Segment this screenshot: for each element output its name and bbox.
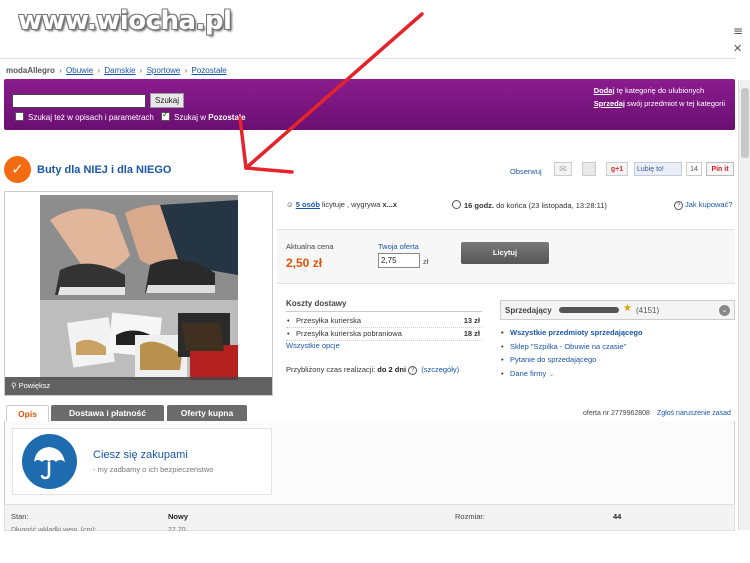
breadcrumb-damskie[interactable]: Damskie — [104, 66, 135, 75]
sell-link[interactable]: Sprzedaj — [594, 99, 625, 108]
report-violation-link[interactable]: Zgłoś naruszenie zasad — [657, 410, 731, 417]
search-descriptions-checkbox[interactable] — [15, 112, 24, 121]
search-descriptions-label: Szukaj też w opisach i parametrach — [28, 113, 154, 122]
how-to-buy-link[interactable]: ? Jak kupować? — [674, 200, 733, 210]
all-shipping-options-link[interactable]: Wszystkie opcje — [286, 341, 340, 350]
offer-currency: zł — [423, 257, 429, 266]
help-icon: ? — [674, 201, 683, 210]
breadcrumb: modaAllegro › Obuwie › Damskie › Sportow… — [6, 66, 227, 75]
seller-shop-link[interactable]: Sklep "Szpilka - Obuwie na czasie" — [500, 340, 735, 354]
param-value: 44 — [613, 512, 622, 521]
time-remaining: 16 godz. do końca (23 listopada, 13:28:1… — [452, 200, 607, 210]
your-offer-label[interactable]: Twoja oferta — [378, 242, 419, 251]
search-category-checkbox[interactable] — [161, 110, 170, 121]
mail-icon[interactable]: ✉ — [554, 162, 572, 176]
seller-rating[interactable]: (4151) — [636, 306, 659, 315]
seller-label: Sprzedający — [505, 306, 552, 315]
bid-button[interactable]: Licytuj — [461, 242, 549, 264]
param-value: Nowy — [168, 512, 189, 521]
tab-purchase-offers[interactable]: Oferty kupna — [167, 405, 247, 422]
shipping-row: Przesyłka kurierska13 zł — [286, 315, 482, 328]
shipping-title: Koszty dostawy — [286, 299, 347, 308]
breadcrumb-home[interactable]: modaAllegro — [6, 66, 55, 75]
ask-seller-link[interactable]: Pytanie do sprzedającego — [500, 353, 735, 367]
banner-actions: Dodaj tę kategorię do ulubionych Sprzeda… — [593, 86, 725, 108]
search-banner: Szukaj Szukaj też w opisach i parametrac… — [4, 79, 735, 130]
watermark: www.wiocha.pl — [18, 6, 232, 36]
description-panel: Ciesz się zakupami - my zadbamy o ich be… — [4, 421, 735, 505]
param-label: Rozmiar: — [455, 512, 486, 521]
observe-link[interactable]: Obserwuj — [510, 165, 542, 179]
breadcrumb-sportowe[interactable]: Sportowe — [147, 66, 181, 75]
facebook-like-count: 14 — [686, 162, 702, 176]
search-input[interactable] — [12, 94, 146, 108]
seller-links: Wszystkie przedmioty sprzedającego Sklep… — [500, 326, 735, 380]
zoom-button[interactable]: ⚲ Powiększ — [5, 377, 272, 395]
tab-description[interactable]: Opis — [6, 405, 49, 422]
chevron-down-icon: ⌄ — [548, 368, 555, 378]
gplus-button[interactable]: g+1 — [606, 162, 628, 176]
clock-icon — [452, 200, 461, 209]
company-data-link[interactable]: Dane firmy ⌄ — [500, 367, 735, 381]
seller-header[interactable]: Sprzedający ★ (4151) ⌄ — [500, 300, 735, 320]
shipping-row: Przesyłka kurierska pobraniowa18 zł — [286, 328, 482, 341]
photo-gallery[interactable]: ⚲ Powiększ — [4, 191, 273, 396]
param-label: Stan: — [11, 512, 29, 521]
item-title: Buty dla NIEJ i dla NIEGO — [37, 164, 172, 176]
menu-icon[interactable]: ≡ — [733, 24, 743, 38]
offer-number: oferta nr 2779962808 — [583, 410, 650, 417]
promo-subtitle: - my zadbamy o ich bezpieczeństwo — [93, 465, 214, 474]
search-category-label: Szukaj w Pozostałe — [174, 113, 246, 122]
tab-delivery-payment[interactable]: Dostawa i płatność — [51, 405, 164, 422]
bidders-icon: ☺ — [286, 200, 296, 209]
info-icon: ? — [408, 366, 418, 375]
current-price: 2,50 zł — [286, 256, 323, 270]
add-favorite-link[interactable]: Dodaj — [594, 86, 615, 95]
realization-time: Przybliżony czas realizacji: do 2 dni ? … — [286, 365, 460, 375]
promo-title: Ciesz się zakupami — [93, 449, 188, 461]
item-parameters: Stan: Nowy Rozmiar: 44 Długość wkładki w… — [4, 504, 735, 534]
search-button[interactable]: Szukaj — [150, 93, 185, 108]
print-icon[interactable] — [582, 162, 596, 176]
seller-name-redacted — [559, 307, 619, 313]
offer-input[interactable]: 2,75 — [378, 253, 420, 268]
umbrella-icon — [22, 434, 77, 489]
page-fold — [0, 531, 750, 563]
bidders-link[interactable]: 5 osób — [296, 200, 320, 209]
scrollbar-thumb[interactable] — [741, 88, 749, 158]
close-icon[interactable]: ✕ — [733, 42, 742, 55]
top-divider — [0, 58, 736, 59]
bid-panel: Aktualna cena 2,50 zł Twoja oferta 2,75 … — [277, 229, 735, 284]
pinit-button[interactable]: Pin it — [706, 162, 734, 176]
seller-all-items-link[interactable]: Wszystkie przedmioty sprzedającego — [500, 326, 735, 340]
realization-details-link[interactable]: (szczegóły) — [421, 365, 459, 374]
breadcrumb-pozostale[interactable]: Pozostałe — [192, 66, 227, 75]
breadcrumb-obuwie[interactable]: Obuwie — [66, 66, 93, 75]
safe-shopping-promo[interactable]: Ciesz się zakupami - my zadbamy o ich be… — [12, 428, 272, 495]
shipping-divider — [286, 311, 482, 312]
bidders-info: ☺ 5 osób licytuje , wygrywa x...x — [286, 200, 398, 209]
browser-scrollbar[interactable] — [738, 80, 750, 530]
product-photo[interactable] — [40, 195, 238, 380]
star-icon: ★ — [623, 303, 632, 314]
facebook-like-button[interactable]: Lubię to! — [634, 162, 682, 176]
check-icon: ✓ — [4, 156, 31, 183]
current-price-label: Aktualna cena — [286, 242, 334, 251]
chevron-down-icon[interactable]: ⌄ — [719, 305, 730, 316]
